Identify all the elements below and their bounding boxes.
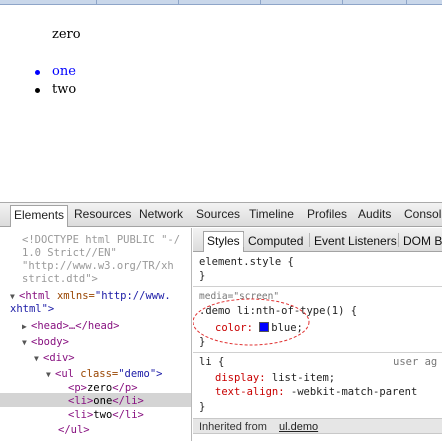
p-open-tag: <p> — [68, 382, 87, 394]
ul-tag: <ul — [55, 368, 74, 380]
tab-elements[interactable]: Elements — [10, 205, 69, 227]
list-item: two — [34, 81, 76, 99]
doctype-line-4: strict.dtd"> — [22, 273, 98, 285]
collapse-triangle-icon[interactable]: ▶ — [22, 322, 31, 331]
ua-rule-close: } — [199, 401, 206, 413]
html-attr: xmlns= — [56, 290, 95, 302]
tab-sources[interactable]: Sources — [196, 207, 240, 221]
li-open-tag: <li> — [68, 395, 94, 407]
dom-node-head[interactable]: ▶ <head>…</head> — [22, 320, 120, 332]
paragraph-zero: zero — [52, 27, 81, 42]
li-close-tag: </li> — [112, 409, 144, 421]
html-attr-value: "http://www. — [94, 290, 171, 302]
tab-resources[interactable]: Resources — [74, 207, 131, 221]
ua-rule-selector[interactable]: li { — [199, 356, 224, 368]
dom-node-ul-close[interactable]: </ul> — [58, 424, 90, 436]
expand-triangle-icon[interactable]: ▼ — [10, 292, 19, 301]
li-open-tag: <li> — [68, 409, 94, 421]
dom-tree-pane: <!DOCTYPE html PUBLIC "-/ 1.0 Strict//EN… — [0, 228, 192, 441]
element-style-rule[interactable]: element.style { — [199, 256, 294, 268]
li-text: two — [93, 409, 113, 421]
ua-display-property[interactable]: display: list-item; — [215, 372, 335, 384]
tab-console[interactable]: Consol — [404, 207, 441, 221]
html-tag: <html — [19, 290, 51, 302]
dom-node-div[interactable]: ▼ <div> — [34, 352, 75, 364]
list-item: one — [34, 63, 76, 81]
tab-timeline[interactable]: Timeline — [249, 207, 294, 221]
list-item-two: two — [52, 82, 77, 97]
inherited-label: Inherited from — [199, 421, 267, 433]
p-text: zero — [86, 382, 113, 394]
dom-node-ul[interactable]: ▼ <ul class="demo"> — [46, 368, 163, 380]
ul-attr-value: "demo"> — [118, 368, 163, 380]
user-agent-label: user ag — [393, 356, 438, 368]
dom-node-body[interactable]: ▼ <body> — [22, 336, 69, 348]
head-tag: <head>…</head> — [31, 320, 120, 332]
tab-audits[interactable]: Audits — [358, 207, 391, 221]
styles-pane: Styles Computed Event Listeners DOM B el… — [193, 228, 442, 441]
styles-tab-bar: Styles Computed Event Listeners DOM B — [193, 228, 442, 252]
dom-node-html[interactable]: ▼ <html xmlns="http://www. — [10, 290, 171, 302]
expand-triangle-icon[interactable]: ▼ — [22, 338, 31, 347]
tab-dom-breakpoints[interactable]: DOM B — [403, 234, 442, 248]
display-property-value: list-item; — [271, 372, 336, 384]
doctype-line-3: "http://www.w3.org/TR/xh — [22, 260, 174, 272]
display-property-name: display: — [215, 372, 266, 384]
annotation-circle — [193, 298, 310, 346]
devtools-panel: Elements Resources Network Sources Timel… — [0, 202, 442, 441]
browser-tab-strip — [0, 0, 442, 5]
list-item-one: one — [52, 64, 76, 79]
tab-network[interactable]: Network — [139, 207, 183, 221]
expand-triangle-icon[interactable]: ▼ — [46, 370, 55, 379]
dom-node-p[interactable]: <p>zero</p> — [68, 382, 138, 394]
li-close-tag: </li> — [112, 395, 144, 407]
tab-profiles[interactable]: Profiles — [307, 207, 347, 221]
inherited-link[interactable]: ul.demo — [279, 421, 318, 433]
p-close-tag: </p> — [112, 382, 138, 394]
bullet-icon — [35, 88, 40, 93]
element-style-close: } — [199, 270, 206, 282]
doctype-line-1: <!DOCTYPE html PUBLIC "-/ — [22, 234, 181, 246]
expand-triangle-icon[interactable]: ▼ — [34, 354, 43, 363]
dom-node-li[interactable]: <li>two</li> — [68, 409, 144, 421]
div-tag: <div> — [43, 352, 75, 364]
doctype-line-2: 1.0 Strict//EN" — [22, 247, 117, 259]
bullet-icon — [35, 70, 40, 75]
ul-attr: class= — [80, 368, 119, 380]
dom-node-li-selected[interactable]: <li>one</li> — [68, 395, 144, 407]
inherited-from-header: Inherited from ul.demo — [193, 418, 442, 434]
li-text: one — [93, 395, 113, 407]
devtools-toolbar: Elements Resources Network Sources Timel… — [0, 203, 442, 227]
ua-text-align-property[interactable]: text-align: -webkit-match-parent — [215, 386, 417, 398]
text-align-property-name: text-align: — [215, 386, 285, 398]
body-tag: <body> — [31, 336, 69, 348]
rendered-page: zero one two — [0, 6, 442, 202]
tab-event-listeners[interactable]: Event Listeners — [314, 234, 397, 248]
ul-close-tag: </ul> — [58, 424, 90, 436]
demo-list: one two — [34, 63, 76, 99]
tab-styles[interactable]: Styles — [203, 231, 244, 252]
text-align-property-value: -webkit-match-parent — [290, 386, 418, 398]
tab-computed[interactable]: Computed — [248, 234, 303, 248]
html-attr-cont: xhtml"> — [10, 303, 55, 315]
